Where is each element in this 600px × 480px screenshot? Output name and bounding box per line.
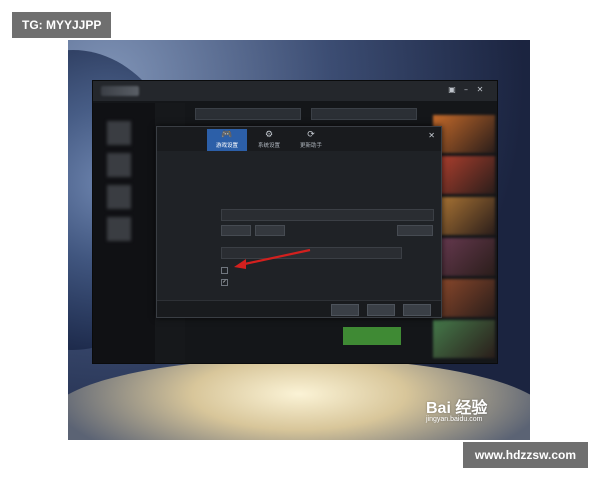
tab-label: 游戏设置 xyxy=(215,143,238,149)
thumbnail xyxy=(107,121,131,145)
manual-select-button[interactable] xyxy=(221,225,251,236)
game-download-button[interactable] xyxy=(397,225,433,236)
red-arrow-annotation xyxy=(234,248,311,269)
game-tile[interactable] xyxy=(433,115,495,153)
gamepad-icon: 🎮 xyxy=(221,130,233,140)
dialog-tabbar: 🎮 游戏设置 ⚙ 系统设置 ⟳ 更新助手 ✕ xyxy=(157,127,441,151)
tab-system-settings[interactable]: ⚙ 系统设置 xyxy=(249,129,289,151)
arrow-shaft xyxy=(239,248,311,267)
baidu-url: jingyan.baidu.com xyxy=(426,416,483,423)
game-path-input[interactable] xyxy=(221,209,434,221)
gear-icon: ⚙ xyxy=(264,130,274,140)
baidu-logo: Bai 经验 xyxy=(426,400,488,417)
windowed-mode-checkbox[interactable] xyxy=(221,267,228,274)
game-tile[interactable] xyxy=(433,238,495,276)
sync-icon: ⟳ xyxy=(307,130,315,140)
dialog-close-icon[interactable]: ✕ xyxy=(428,131,435,140)
tab-game-settings[interactable]: 🎮 游戏设置 xyxy=(207,129,247,151)
app-logo xyxy=(101,86,139,96)
game-tile[interactable] xyxy=(433,197,495,235)
settings-dialog: 🎮 游戏设置 ⚙ 系统设置 ⟳ 更新助手 ✕ ✓ xyxy=(156,126,442,318)
close-icon[interactable]: ✕ xyxy=(475,85,485,95)
thumbnail xyxy=(107,217,131,241)
menu-icon[interactable]: ▣ xyxy=(447,85,457,95)
watermark-top-left: TG: MYYJJPP xyxy=(12,12,112,38)
tab-label: 系统设置 xyxy=(257,143,280,149)
left-panel xyxy=(93,103,155,363)
quick-start-checkbox[interactable]: ✓ xyxy=(221,279,228,286)
launch-button[interactable] xyxy=(343,327,401,345)
thumbnail xyxy=(107,153,131,177)
save-button[interactable] xyxy=(331,304,359,316)
cancel-button[interactable] xyxy=(403,304,431,316)
app-titlebar: ▣ – ✕ xyxy=(93,81,497,101)
thumbnail xyxy=(107,185,131,209)
tab-label: 更新助手 xyxy=(299,143,322,149)
search-input-secondary[interactable] xyxy=(311,108,417,120)
game-tile[interactable] xyxy=(433,156,495,194)
baidu-watermark: Bai 经验 jingyan.baidu.com xyxy=(426,394,487,423)
quick-start-option[interactable]: ✓ xyxy=(221,279,231,286)
search-input[interactable] xyxy=(195,108,301,120)
minimize-icon[interactable]: – xyxy=(461,85,471,95)
game-tiles xyxy=(433,115,495,358)
arrow-head xyxy=(234,259,246,269)
game-tile[interactable] xyxy=(433,279,495,317)
watermark-bottom-right: www.hdzzsw.com xyxy=(462,442,588,468)
dialog-footer xyxy=(157,300,441,317)
windowed-mode-option[interactable] xyxy=(221,267,231,274)
confirm-button[interactable] xyxy=(367,304,395,316)
tab-update-helper[interactable]: ⟳ 更新助手 xyxy=(291,129,331,151)
game-tile[interactable] xyxy=(433,320,495,358)
auto-search-button[interactable] xyxy=(255,225,285,236)
